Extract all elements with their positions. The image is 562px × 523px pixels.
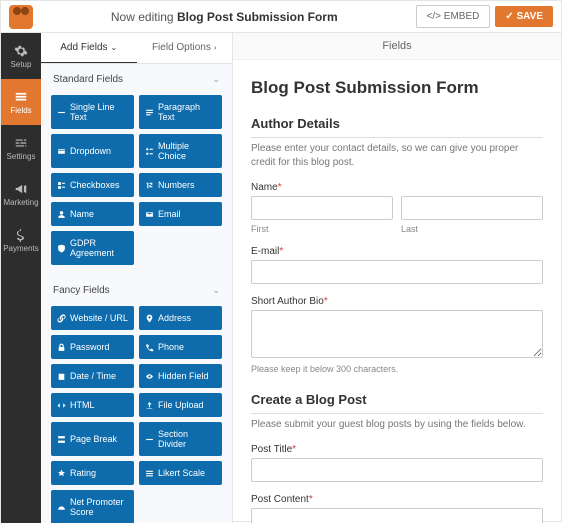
field-nps[interactable]: Net Promoter Score xyxy=(51,490,134,523)
list-icon xyxy=(14,90,28,104)
last-sublabel: Last xyxy=(401,224,543,234)
section-author-desc: Please enter your contact details, so we… xyxy=(251,142,543,170)
field-name[interactable]: Name xyxy=(51,202,134,226)
chevron-down-icon: ⌄ xyxy=(212,285,220,296)
gear-icon xyxy=(14,44,28,58)
fields-panel: Add Fields⌄ Field Options› Standard Fiel… xyxy=(41,33,233,523)
bio-hint: Please keep it below 300 characters. xyxy=(251,364,543,374)
field-password[interactable]: Password xyxy=(51,335,134,359)
bio-textarea[interactable] xyxy=(251,310,543,358)
field-email[interactable]: Email xyxy=(139,202,222,226)
email-input[interactable] xyxy=(251,260,543,284)
form-preview: Blog Post Submission Form Author Details… xyxy=(233,60,561,523)
chevron-down-icon: ⌄ xyxy=(111,43,118,52)
field-section-divider[interactable]: Section Divider xyxy=(139,422,222,456)
email-label: E-mail* xyxy=(251,246,543,257)
field-website[interactable]: Website / URL xyxy=(51,306,134,330)
editing-title: Now editing Blog Post Submission Form xyxy=(33,10,416,24)
field-pagebreak[interactable]: Page Break xyxy=(51,422,134,456)
field-fileupload[interactable]: File Upload xyxy=(139,393,222,417)
nav-payments[interactable]: Payments xyxy=(1,217,41,263)
dollar-icon xyxy=(14,228,28,242)
post-title-input[interactable] xyxy=(251,458,543,482)
fancy-fields-head[interactable]: Fancy Fields⌄ xyxy=(41,275,232,306)
fancy-fields-grid: Website / URL Address Password Phone Dat… xyxy=(41,306,232,523)
field-phone[interactable]: Phone xyxy=(139,335,222,359)
section-author-title: Author Details xyxy=(251,116,543,138)
field-multiple-choice[interactable]: Multiple Choice xyxy=(139,134,222,168)
tab-field-options[interactable]: Field Options› xyxy=(137,33,233,63)
chevron-down-icon: ⌄ xyxy=(212,74,220,85)
megaphone-icon xyxy=(14,182,28,196)
field-numbers[interactable]: Numbers xyxy=(139,173,222,197)
nav-sidebar: Setup Fields Settings Marketing Payments xyxy=(1,33,41,523)
field-html[interactable]: HTML xyxy=(51,393,134,417)
post-content-textarea[interactable] xyxy=(251,508,543,523)
preview-header: Fields xyxy=(233,33,561,60)
section-post-desc: Please submit your guest blog posts by u… xyxy=(251,418,543,432)
nav-settings[interactable]: Settings xyxy=(1,125,41,171)
field-hidden[interactable]: Hidden Field xyxy=(139,364,222,388)
tab-add-fields[interactable]: Add Fields⌄ xyxy=(41,33,137,63)
section-post-title: Create a Blog Post xyxy=(251,392,543,414)
field-dropdown[interactable]: Dropdown xyxy=(51,134,134,168)
field-address[interactable]: Address xyxy=(139,306,222,330)
first-sublabel: First xyxy=(251,224,393,234)
sliders-icon xyxy=(14,136,28,150)
nav-fields[interactable]: Fields xyxy=(1,79,41,125)
bio-label: Short Author Bio* xyxy=(251,296,543,307)
field-paragraph-text[interactable]: Paragraph Text xyxy=(139,95,222,129)
nav-marketing[interactable]: Marketing xyxy=(1,171,41,217)
first-name-input[interactable] xyxy=(251,196,393,220)
field-datetime[interactable]: Date / Time xyxy=(51,364,134,388)
field-gdpr[interactable]: GDPR Agreement xyxy=(51,231,134,265)
post-content-label: Post Content* xyxy=(251,494,543,505)
embed-button[interactable]: </> EMBED xyxy=(416,5,491,28)
last-name-input[interactable] xyxy=(401,196,543,220)
standard-fields-grid: Single Line Text Paragraph Text Dropdown… xyxy=(41,95,232,275)
name-label: Name* xyxy=(251,182,543,193)
post-title-label: Post Title* xyxy=(251,444,543,455)
app-logo xyxy=(9,5,33,29)
field-single-line-text[interactable]: Single Line Text xyxy=(51,95,134,129)
nav-setup[interactable]: Setup xyxy=(1,33,41,79)
save-button[interactable]: ✓ SAVE xyxy=(495,6,553,27)
chevron-right-icon: › xyxy=(214,43,217,52)
field-checkboxes[interactable]: Checkboxes xyxy=(51,173,134,197)
field-rating[interactable]: Rating xyxy=(51,461,134,485)
form-title: Blog Post Submission Form xyxy=(251,78,543,98)
standard-fields-head[interactable]: Standard Fields⌄ xyxy=(41,64,232,95)
field-likert[interactable]: Likert Scale xyxy=(139,461,222,485)
